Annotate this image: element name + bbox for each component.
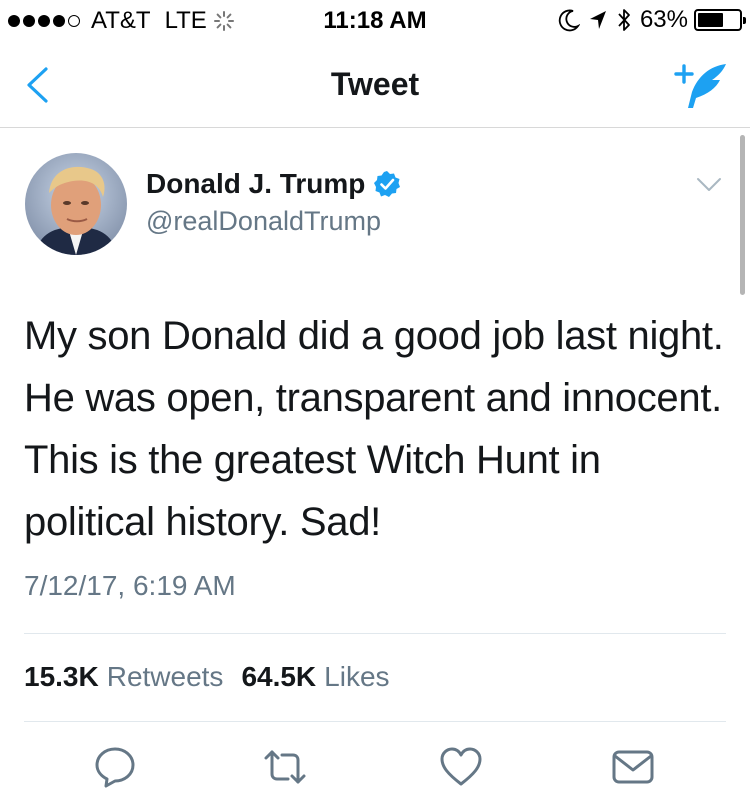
retweets-label[interactable]: Retweets — [107, 661, 224, 693]
divider — [24, 721, 726, 722]
retweet-icon[interactable] — [262, 744, 308, 790]
retweets-count[interactable]: 15.3K — [24, 661, 99, 693]
bluetooth-icon — [618, 9, 630, 31]
tweet-stats: 15.3K Retweets 64.5K Likes — [24, 661, 390, 693]
battery-icon — [694, 9, 746, 31]
location-arrow-icon — [589, 11, 606, 29]
battery-fill — [698, 13, 724, 27]
tweet-action-bar — [0, 744, 750, 790]
profile-photo-image — [25, 153, 127, 255]
likes-count[interactable]: 64.5K — [241, 661, 316, 693]
status-right: 63% — [558, 6, 746, 34]
avatar[interactable] — [25, 153, 127, 255]
moon-icon — [558, 9, 579, 32]
tweet-text: My son Donald did a good job last night.… — [24, 314, 724, 544]
chevron-down-icon[interactable] — [694, 174, 724, 196]
page-title: Tweet — [330, 66, 420, 102]
like-icon[interactable] — [438, 744, 484, 790]
display-name[interactable]: Donald J. Trump — [146, 168, 365, 200]
likes-label[interactable]: Likes — [324, 661, 389, 693]
verified-badge-icon — [374, 171, 401, 197]
author-row: Donald J. Trump — [146, 168, 401, 200]
navigation-bar: Tweet — [0, 40, 750, 128]
tweet-timestamp: 7/12/17, 6:19 AM — [24, 570, 236, 601]
status-bar: AT&T LTE 11:18 AM 63% — [0, 0, 750, 40]
divider — [24, 633, 726, 634]
battery-percent: 63% — [639, 6, 688, 33]
user-handle[interactable]: @realDonaldTrump — [146, 206, 381, 237]
scroll-indicator[interactable] — [740, 135, 745, 295]
compose-tweet-icon[interactable] — [674, 60, 730, 112]
reply-icon[interactable] — [92, 744, 138, 790]
direct-message-icon[interactable] — [610, 744, 656, 790]
